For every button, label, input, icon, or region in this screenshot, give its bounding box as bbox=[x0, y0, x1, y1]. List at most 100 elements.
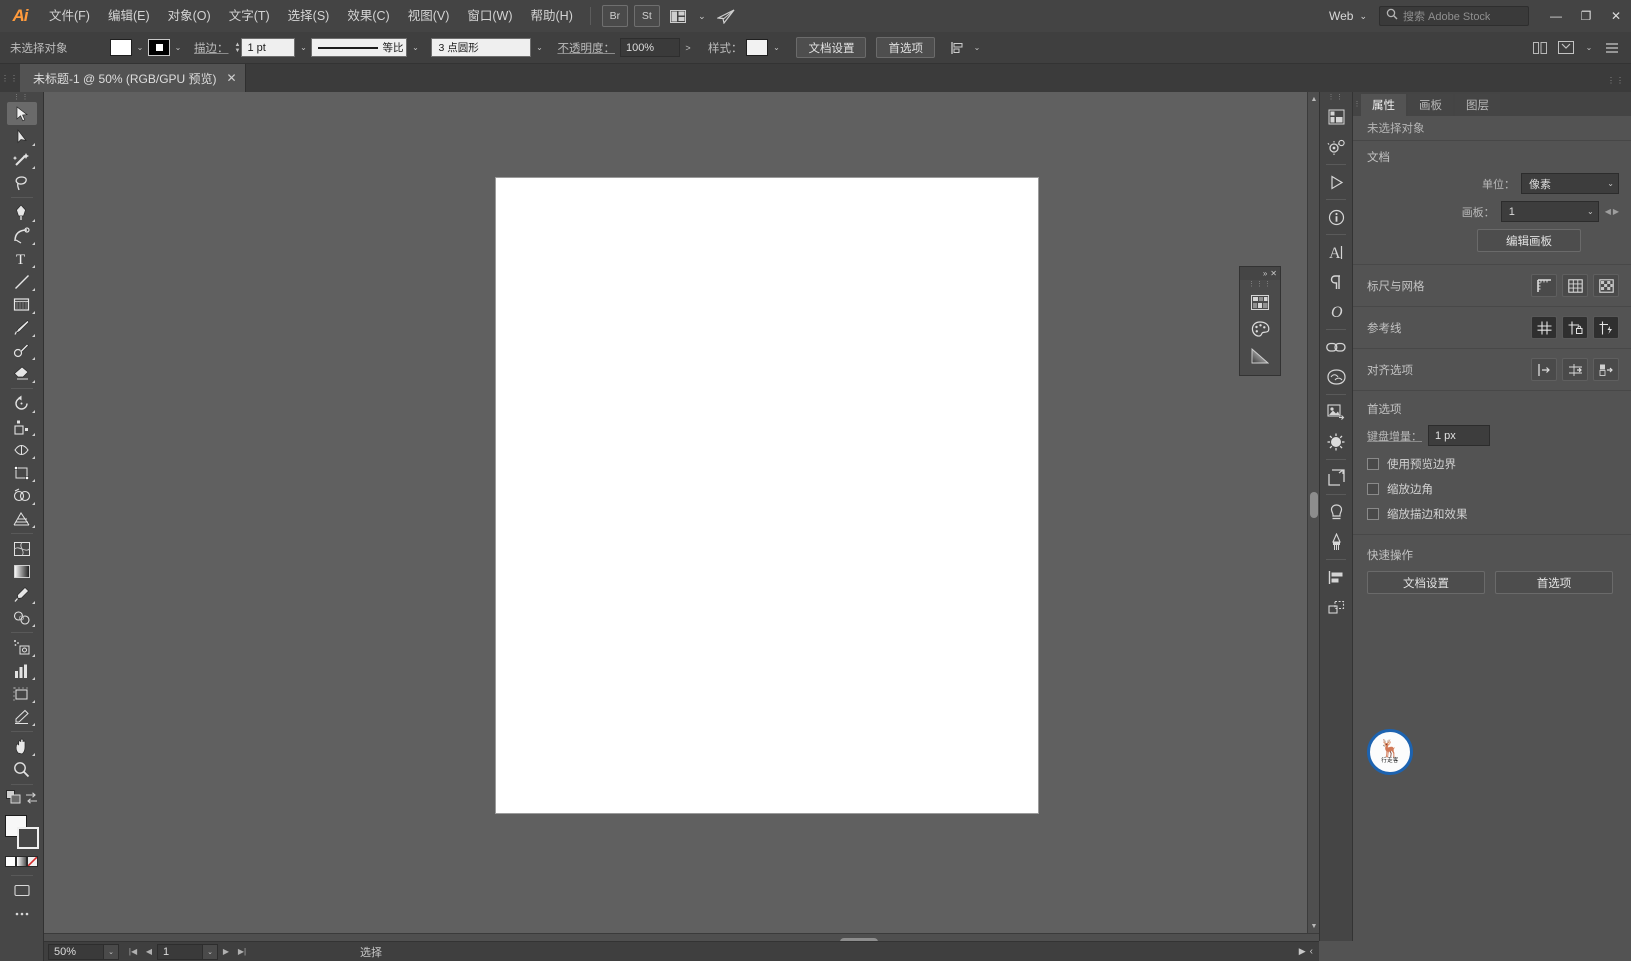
artboard-next-icon[interactable]: ▶ bbox=[1613, 207, 1619, 216]
keyboard-increment-label[interactable]: 键盘增量： bbox=[1367, 428, 1422, 444]
units-select[interactable]: 像素 ⌄ bbox=[1521, 173, 1619, 194]
stroke-weight-caret-icon[interactable]: ⌄ bbox=[295, 39, 311, 57]
preview-bounds-checkbox[interactable] bbox=[1367, 458, 1379, 470]
none-swatch[interactable] bbox=[27, 856, 38, 867]
curvature-tool[interactable] bbox=[7, 224, 37, 247]
float-panel-header[interactable]: » ✕ bbox=[1240, 267, 1280, 280]
preview-bounds-checkbox-row[interactable]: 使用预览边界 bbox=[1367, 456, 1619, 472]
gradient-swatch[interactable] bbox=[16, 856, 27, 867]
graphic-style-swatch[interactable] bbox=[746, 39, 768, 56]
status-text[interactable]: 选择 bbox=[360, 944, 382, 960]
stroke-profile-combo[interactable]: 等比 bbox=[311, 38, 407, 57]
float-panel-grip[interactable]: ⋮⋮⋮ bbox=[1240, 280, 1280, 288]
fill-color-swatch[interactable] bbox=[110, 39, 132, 56]
artboards-panel-icon[interactable] bbox=[1323, 462, 1349, 492]
stock-search-input[interactable]: 搜索 Adobe Stock bbox=[1379, 6, 1529, 26]
column-graph-tool[interactable] bbox=[7, 659, 37, 682]
zoom-level-caret-icon[interactable]: ⌄ bbox=[104, 944, 119, 960]
artboard-select[interactable]: 1 ⌄ bbox=[1501, 201, 1599, 222]
maximize-button[interactable]: ❐ bbox=[1571, 0, 1601, 32]
last-artboard-button[interactable]: ▶| bbox=[234, 944, 250, 960]
align-caret-icon[interactable]: ⌄ bbox=[969, 39, 985, 57]
dock-grip[interactable]: ⋮⋮ bbox=[1320, 92, 1352, 102]
opacity-field[interactable]: 100% bbox=[620, 38, 680, 57]
transform-panel-icon[interactable] bbox=[1323, 592, 1349, 622]
tab-properties[interactable]: 属性 bbox=[1361, 94, 1406, 116]
brushes-panel-icon[interactable] bbox=[1323, 527, 1349, 557]
direct-selection-tool[interactable] bbox=[7, 125, 37, 148]
arrange-caret-icon[interactable]: ⌄ bbox=[695, 5, 709, 27]
previous-artboard-button[interactable]: ◀ bbox=[141, 944, 157, 960]
gradient-panel-icon[interactable] bbox=[1248, 345, 1272, 367]
magic-wand-tool[interactable] bbox=[7, 148, 37, 171]
width-tool[interactable] bbox=[7, 438, 37, 461]
next-artboard-button[interactable]: ▶ bbox=[218, 944, 234, 960]
stroke-color-swatch[interactable] bbox=[148, 39, 170, 56]
type-tool[interactable]: T bbox=[7, 247, 37, 270]
quick-preferences-button[interactable]: 首选项 bbox=[1495, 571, 1613, 594]
edit-toolbar-icon[interactable] bbox=[7, 902, 37, 925]
stroke-caret-icon[interactable]: ⌄ bbox=[170, 39, 186, 57]
show-rulers-icon[interactable] bbox=[1531, 274, 1557, 297]
eraser-tool[interactable] bbox=[7, 362, 37, 385]
character-panel-icon[interactable]: A bbox=[1323, 237, 1349, 267]
artboard-tool[interactable] bbox=[7, 682, 37, 705]
symbol-sprayer-tool[interactable] bbox=[7, 636, 37, 659]
brush-definition-combo[interactable]: 3 点圆形 bbox=[431, 38, 531, 57]
bridge-button[interactable]: Br bbox=[602, 5, 628, 27]
edit-artboards-button[interactable]: 编辑画板 bbox=[1477, 229, 1581, 252]
brush-definition-caret-icon[interactable]: ⌄ bbox=[531, 39, 547, 57]
tabbar-overflow-grip[interactable]: ⋮⋮ bbox=[1607, 76, 1631, 92]
menu-type[interactable]: 文字(T) bbox=[220, 0, 279, 32]
pen-tool[interactable] bbox=[7, 201, 37, 224]
show-grid-icon[interactable] bbox=[1562, 274, 1588, 297]
actions-play-icon[interactable] bbox=[1323, 167, 1349, 197]
perspective-grid-tool[interactable] bbox=[7, 507, 37, 530]
lock-guides-icon[interactable] bbox=[1562, 316, 1588, 339]
keyboard-increment-field[interactable]: 1 px bbox=[1428, 425, 1490, 446]
menu-list-icon[interactable] bbox=[1601, 37, 1623, 59]
show-guides-icon[interactable] bbox=[1531, 316, 1557, 339]
document-tab[interactable]: 未标题-1 @ 50% (RGB/GPU 预览) ✕ bbox=[20, 64, 246, 92]
scale-corners-checkbox-row[interactable]: 缩放边角 bbox=[1367, 481, 1619, 497]
style-caret-icon[interactable]: ⌄ bbox=[768, 39, 784, 57]
scale-tool[interactable] bbox=[7, 415, 37, 438]
canvas-vertical-scrollbar[interactable]: ▲ ▼ bbox=[1307, 92, 1319, 933]
hand-tool[interactable] bbox=[7, 735, 37, 758]
artboard-number-caret-icon[interactable]: ⌄ bbox=[203, 944, 218, 960]
menu-edit[interactable]: 编辑(E) bbox=[99, 0, 159, 32]
blend-tool[interactable] bbox=[7, 606, 37, 629]
tab-layers[interactable]: 图层 bbox=[1455, 94, 1500, 116]
tab-artboards[interactable]: 画板 bbox=[1408, 94, 1453, 116]
menu-object[interactable]: 对象(O) bbox=[159, 0, 220, 32]
panel-options-caret-icon[interactable]: ⌄ bbox=[1581, 39, 1597, 57]
paintbrush-tool[interactable] bbox=[7, 316, 37, 339]
color-panel-icon[interactable] bbox=[1248, 318, 1272, 340]
artboard-number-field[interactable]: 1 bbox=[157, 944, 203, 960]
rectangle-tool[interactable] bbox=[7, 293, 37, 316]
opacity-label[interactable]: 不透明度： bbox=[557, 40, 615, 56]
shape-builder-tool[interactable] bbox=[7, 484, 37, 507]
toolbar-grip[interactable]: ⋮⋮ bbox=[0, 92, 43, 102]
canvas-viewport[interactable]: ▲ ▼ bbox=[44, 92, 1319, 933]
tabbar-grip[interactable]: ⋮⋮ bbox=[0, 64, 20, 92]
expand-panel-icon[interactable]: » bbox=[1263, 269, 1267, 278]
preferences-button[interactable]: 首选项 bbox=[876, 37, 935, 58]
line-segment-tool[interactable] bbox=[7, 270, 37, 293]
artboard[interactable] bbox=[496, 178, 1038, 813]
zoom-tool[interactable] bbox=[7, 758, 37, 781]
symbols-panel-icon[interactable] bbox=[1323, 497, 1349, 527]
slice-tool[interactable] bbox=[7, 705, 37, 728]
lasso-tool[interactable] bbox=[7, 171, 37, 194]
workspace-switcher[interactable]: Web ⌄ bbox=[1321, 9, 1375, 23]
smart-guides-icon[interactable] bbox=[1593, 316, 1619, 339]
close-icon[interactable]: ✕ bbox=[227, 71, 237, 85]
paper-plane-icon[interactable] bbox=[713, 5, 739, 27]
menu-help[interactable]: 帮助(H) bbox=[522, 0, 582, 32]
quick-document-setup-button[interactable]: 文档设置 bbox=[1367, 571, 1485, 594]
panel-options-icon[interactable] bbox=[1555, 37, 1577, 59]
color-swatch-white[interactable] bbox=[5, 856, 16, 867]
scroll-up-arrow[interactable]: ▲ bbox=[1308, 92, 1319, 106]
scale-strokes-effects-checkbox[interactable] bbox=[1367, 508, 1379, 520]
align-panel-icon[interactable] bbox=[1323, 562, 1349, 592]
